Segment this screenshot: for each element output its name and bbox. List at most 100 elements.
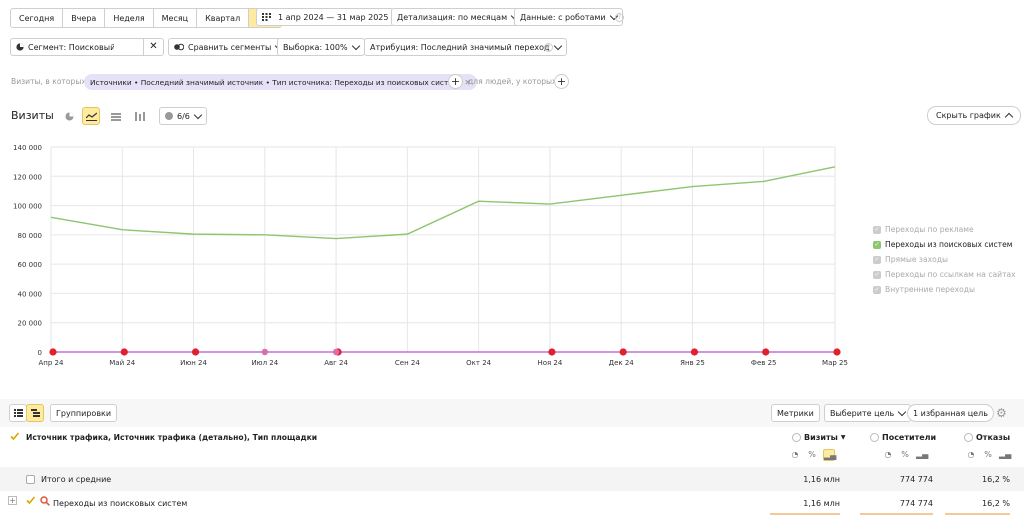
line-chart-toggle-icon[interactable] (82, 107, 100, 125)
period-tab[interactable]: Сегодня (11, 9, 64, 27)
annotation-marker (120, 348, 128, 356)
legend-item[interactable]: ✓ Прямые заходы (873, 252, 1016, 267)
y-tick-label: 120 000 (13, 173, 42, 181)
bar-chart-toggle-icon[interactable] (131, 107, 149, 125)
pie-view-icon[interactable]: ◔ (882, 449, 894, 461)
info-icon (870, 433, 879, 442)
compare-label: Сравнить сегменты (188, 42, 272, 52)
chevron-down-icon (193, 110, 203, 119)
y-tick-label: 100 000 (13, 203, 42, 211)
checkmark-icon[interactable] (26, 496, 36, 505)
date-range-picker[interactable]: 1 апр 2024 — 31 мар 2025 (256, 8, 395, 26)
y-tick-label: 0 (38, 349, 42, 357)
chevron-down-icon (898, 407, 907, 416)
list-view-icon[interactable] (9, 404, 27, 422)
y-tick-label: 140 000 (13, 144, 42, 152)
bars-view-icon[interactable]: ▂▄ (999, 449, 1011, 461)
x-tick-label: Дек 24 (609, 359, 635, 367)
attribution-dropdown[interactable]: Атрибуция: Последний значимый переход (364, 38, 567, 56)
total-bounce: 16,2 % (982, 475, 1010, 484)
groupings-label: Группировки (56, 408, 112, 418)
legend-item[interactable]: ✓ Переходы по ссылкам на сайтах (873, 267, 1016, 282)
hide-chart-button[interactable]: Скрыть график (927, 106, 1021, 125)
percent-view-icon[interactable]: % (899, 449, 911, 461)
legend-item[interactable]: ✓ Внутренние переходы (873, 282, 1016, 297)
period-tab[interactable]: Вчера (63, 9, 106, 27)
series-line (50, 166, 836, 240)
bars-view-icon[interactable]: ▂▄ (916, 449, 928, 461)
pie-view-icon[interactable]: ◔ (789, 449, 801, 461)
calendar-icon (262, 13, 271, 21)
y-tick-label: 40 000 (18, 290, 43, 298)
legend-checkbox[interactable]: ✓ (873, 240, 881, 249)
x-tick-label: Сен 24 (395, 359, 420, 367)
info-icon (964, 433, 973, 442)
sort-desc-icon: ▼ (840, 434, 846, 441)
detail-label: Детализация: по месяцам (397, 12, 508, 22)
legend-label: Переходы из поисковых систем (885, 240, 1013, 249)
percent-view-icon[interactable]: % (806, 449, 818, 461)
metrics-button[interactable]: Метрики (771, 404, 820, 422)
legend-checkbox[interactable]: ✓ (873, 285, 881, 294)
x-tick-label: Апр 24 (39, 359, 64, 367)
add-people-filter-button[interactable]: + (554, 74, 569, 89)
y-tick-label: 80 000 (18, 232, 43, 240)
search-icon (40, 496, 50, 508)
legend-item[interactable]: ✓ Переходы по рекламе (873, 222, 1016, 237)
total-row-checkbox[interactable] (26, 475, 35, 484)
legend-checkbox[interactable]: ✓ (873, 255, 881, 264)
visitors-share-bar (860, 513, 933, 515)
compare-icon (174, 43, 185, 51)
robots-dropdown[interactable]: Данные: с роботами (514, 8, 623, 26)
legend-item[interactable]: ✓ Переходы из поисковых систем (873, 237, 1016, 252)
bounce-column-header[interactable]: Отказы (964, 433, 1010, 442)
legend-checkbox[interactable]: ✓ (873, 270, 881, 279)
x-tick-label: Июн 24 (180, 359, 207, 367)
period-tab[interactable]: Месяц (154, 9, 198, 27)
percent-view-icon[interactable]: % (982, 449, 994, 461)
gear-icon[interactable]: ⚙ (996, 406, 1007, 420)
visits-column-header[interactable]: Визиты ▼ (792, 433, 845, 442)
area-chart-toggle-icon[interactable] (107, 107, 125, 125)
detail-dropdown[interactable]: Детализация: по месяцам (391, 8, 525, 26)
bars-view-icon[interactable]: ▂▄ (823, 449, 836, 461)
groupings-button[interactable]: Группировки (50, 404, 118, 422)
legend-label: Внутренние переходы (885, 285, 976, 294)
annotation-marker (762, 348, 770, 356)
sample-dropdown[interactable]: Выборка: 100% (277, 38, 365, 56)
add-visit-filter-button[interactable]: + (448, 74, 463, 89)
info-icon (792, 433, 801, 442)
period-tab[interactable]: Неделя (105, 9, 154, 27)
pie-chart-toggle-icon[interactable] (60, 107, 78, 125)
visits-share-bar (770, 513, 840, 515)
annotation-marker (261, 348, 269, 356)
visits-filter-caption: Визиты, в которых (11, 77, 86, 86)
expand-icon[interactable]: + (8, 496, 17, 505)
visitors-header-label: Посетители (882, 433, 937, 442)
goal-dropdown[interactable]: Выберите цель (824, 404, 912, 422)
metrics-selector[interactable]: 6/6 (159, 107, 207, 125)
visitors-column-header[interactable]: Посетители (870, 433, 936, 442)
filter-tag[interactable]: Источники • Последний значимый источник … (84, 74, 478, 90)
help-icon[interactable]: ? (615, 13, 624, 22)
compare-segments-button[interactable]: Сравнить сегменты (168, 38, 289, 56)
x-tick-label: Авг 24 (324, 359, 348, 367)
chart-legend: ✓ Переходы по рекламе ✓ Переходы из поисков… (873, 222, 1016, 297)
pie-view-icon[interactable]: ◔ (965, 449, 977, 461)
segment-button[interactable]: Сегмент: Поисковый трафик ✕ (10, 38, 164, 56)
annotation-marker (332, 348, 340, 356)
period-tab[interactable]: Квартал (197, 9, 250, 27)
row-visitors: 774 774 (899, 499, 933, 508)
checkmark-icon[interactable] (10, 432, 20, 441)
row-label: Переходы из поисковых систем (53, 499, 188, 508)
sample-label: Выборка: 100% (283, 42, 348, 52)
tree-view-icon[interactable] (26, 404, 44, 422)
close-icon[interactable]: ✕ (143, 39, 163, 55)
legend-checkbox[interactable]: ✓ (873, 225, 881, 234)
attribution-label: Атрибуция: Последний значимый переход (370, 42, 550, 52)
annotation-marker (619, 348, 627, 356)
chevron-up-icon (1004, 112, 1014, 122)
help-icon[interactable]: ? (544, 43, 553, 52)
favorite-goal-button[interactable]: 1 избранная цель (907, 404, 994, 422)
legend-label: Переходы по ссылкам на сайтах (885, 270, 1016, 279)
